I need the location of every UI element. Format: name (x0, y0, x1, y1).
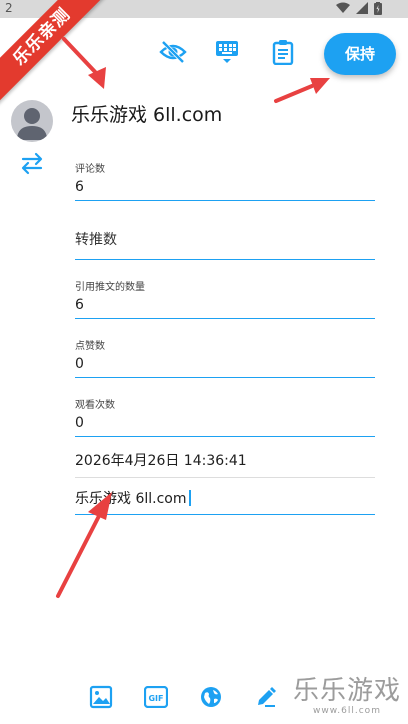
status-time: 2 (5, 1, 13, 15)
retweets-placeholder: 转推数 (75, 232, 117, 248)
svg-text:GIF: GIF (148, 694, 163, 703)
views-value: 0 (75, 415, 84, 431)
avatar[interactable] (11, 100, 53, 142)
annotation-arrow-top (62, 37, 106, 89)
comments-label: 评论数 (75, 164, 105, 175)
save-button[interactable]: 保持 (324, 33, 396, 75)
edit-pen-icon[interactable] (253, 684, 279, 710)
battery-icon (374, 2, 382, 15)
views-label: 观看次数 (75, 400, 115, 411)
image-icon[interactable] (88, 684, 114, 710)
views-field[interactable]: 观看次数 0 (75, 396, 375, 437)
signal-icon (356, 2, 368, 14)
clipboard-icon[interactable] (268, 37, 298, 67)
wifi-icon (336, 2, 350, 13)
keyboard-hide-icon[interactable] (212, 37, 242, 67)
quotes-field[interactable]: 引用推文的数量 6 (75, 278, 375, 319)
profile-name[interactable]: 乐乐游戏 6ll.com (71, 100, 222, 127)
annotation-arrow-save (274, 78, 330, 103)
retweets-field[interactable]: 转推数 (75, 229, 375, 260)
globe-icon[interactable] (198, 684, 224, 710)
watermark: 乐乐游戏 www.6ll.com (290, 676, 404, 722)
text-caret (188, 490, 191, 506)
status-icons (336, 2, 382, 15)
watermark-url: www.6ll.com (313, 706, 381, 716)
comments-field[interactable]: 评论数 6 (75, 160, 375, 201)
visibility-off-icon[interactable] (158, 37, 188, 67)
watermark-title: 乐乐游戏 (292, 676, 401, 706)
datetime-value: 2026年4月26日 14:36:41 (75, 453, 247, 469)
quotes-value: 6 (75, 297, 84, 313)
tweet-text-input[interactable]: 乐乐游戏 6ll.com (75, 488, 375, 515)
gif-icon[interactable]: GIF (143, 684, 169, 710)
likes-value: 0 (75, 356, 84, 372)
comments-value: 6 (75, 179, 84, 195)
tweet-text-value: 乐乐游戏 6ll.com (75, 491, 187, 507)
datetime-field[interactable]: 2026年4月26日 14:36:41 (75, 450, 375, 478)
likes-label: 点赞数 (75, 341, 105, 352)
likes-field[interactable]: 点赞数 0 (75, 337, 375, 378)
quotes-label: 引用推文的数量 (75, 282, 145, 293)
swap-icon[interactable] (20, 151, 44, 175)
